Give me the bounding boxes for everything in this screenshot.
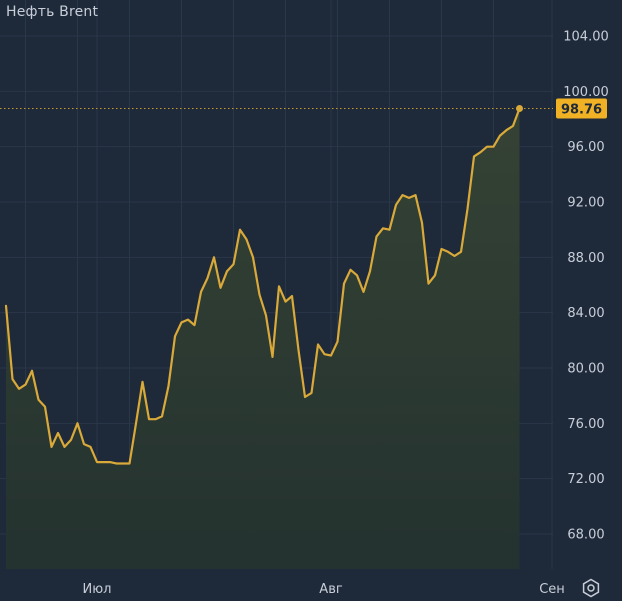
price-chart[interactable]: 68.00 72.00 76.00 80.00 84.00 88.00 92.00 96.00…	[0, 0, 622, 601]
y-tick-label: 72.00	[567, 472, 604, 487]
chart-title: Нефть Brent	[6, 4, 99, 20]
settings-hexagon-icon	[582, 578, 600, 598]
y-tick-label: 80.00	[567, 362, 604, 377]
y-tick-label: 96.00	[567, 140, 604, 155]
y-tick-label: 68.00	[567, 528, 604, 543]
x-axis: Июл Авг Сен	[83, 582, 565, 597]
y-tick-label: 100.00	[563, 85, 609, 100]
last-price-marker	[516, 104, 523, 112]
y-tick-label: 88.00	[567, 251, 604, 266]
current-price-tag: 98.76	[556, 98, 607, 119]
chart-area-fill	[6, 108, 520, 569]
price-tag-value: 98.76	[561, 102, 602, 117]
y-tick-label: 104.00	[563, 30, 609, 45]
price-area	[6, 108, 520, 569]
chart-settings-button[interactable]	[578, 575, 604, 601]
y-tick-label: 92.00	[567, 196, 604, 211]
x-tick-label: Авг	[319, 582, 343, 597]
x-tick-label: Июл	[83, 582, 112, 597]
chart-container: 68.00 72.00 76.00 80.00 84.00 88.00 92.00 96.00…	[0, 0, 622, 601]
x-tick-label: Сен	[539, 582, 565, 597]
y-tick-label: 76.00	[567, 417, 604, 432]
y-tick-label: 84.00	[567, 306, 604, 321]
